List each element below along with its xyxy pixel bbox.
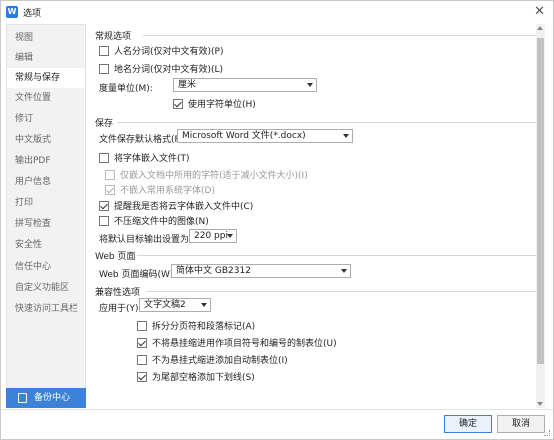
- sidebar-item-print[interactable]: 打印: [7, 193, 85, 213]
- sidebar-item-trust-center[interactable]: 信任中心: [7, 257, 85, 277]
- embed-used-only-label: 仅嵌入文档中所用的字符(适于减小文件大小)(I): [120, 171, 308, 181]
- split-page-breaks-checkbox[interactable]: [137, 320, 147, 331]
- apply-to-label: 应用于(Y):: [99, 304, 142, 314]
- wps-writer-icon: W: [6, 6, 18, 18]
- remind-cloud-fonts-option[interactable]: 提醒我是否将云字体嵌入文件中(C): [99, 199, 253, 212]
- sidebar-item-edit[interactable]: 编辑: [7, 48, 85, 68]
- no-hanging-indent-tabs-option[interactable]: 不将悬挂缩进用作项目符号和编号的制表位(U): [137, 336, 337, 349]
- chevron-down-icon: [343, 134, 349, 138]
- remind-cloud-fonts-checkbox[interactable]: [99, 200, 109, 211]
- section-save-title: 保存: [95, 119, 114, 129]
- embed-used-only-checkbox: [105, 169, 115, 180]
- default-format-value: Microsoft Word 文件(*.docx): [182, 131, 306, 141]
- person-name-label: 人名分词(仅对中文有效)(P): [114, 47, 224, 57]
- char-unit-option[interactable]: 使用字符单位(H): [173, 97, 256, 110]
- section-divider: [137, 255, 537, 256]
- dialog-title: 选项: [23, 9, 42, 19]
- embed-fonts-option[interactable]: 将字体嵌入文件(T): [99, 151, 190, 164]
- section-web-title: Web 页面: [95, 252, 136, 262]
- no-auto-tab-hanging-checkbox[interactable]: [137, 354, 147, 365]
- target-output-value: 220 ppi: [194, 231, 228, 241]
- section-divider: [143, 35, 537, 36]
- no-common-fonts-checkbox: [105, 184, 115, 195]
- embed-fonts-label: 将字体嵌入文件(T): [114, 154, 190, 164]
- title-bar: W 选项 ✕: [1, 1, 553, 23]
- no-common-fonts-option: 不嵌入常用系统字体(D): [105, 183, 215, 196]
- web-encoding-label: Web 页面编码(W):: [99, 270, 177, 280]
- apply-to-value: 文字文稿2: [144, 300, 186, 310]
- person-name-option[interactable]: 人名分词(仅对中文有效)(P): [99, 44, 223, 57]
- place-name-option[interactable]: 地名分词(仅对中文有效)(L): [99, 62, 223, 75]
- split-page-breaks-option[interactable]: 拆分分页符和段落标记(A): [137, 319, 255, 332]
- char-unit-label: 使用字符单位(H): [188, 100, 256, 110]
- options-dialog: W 选项 ✕ 视图 编辑 常规与保存 文件位置 修订 中文版式 输出PDF 用户…: [0, 0, 554, 440]
- no-auto-tab-hanging-option[interactable]: 不为悬挂式缩进添加自动制表位(I): [137, 353, 288, 366]
- underline-trailing-spaces-option[interactable]: 为尾部空格添加下划线(S): [137, 370, 255, 383]
- footer-divider: [1, 409, 553, 410]
- section-general-title: 常规选项: [95, 32, 132, 42]
- section-compat-title: 兼容性选项: [95, 288, 141, 298]
- measure-unit-label: 度量单位(M):: [99, 84, 153, 94]
- close-icon[interactable]: ✕: [534, 4, 545, 19]
- backup-center-label: 备份中心: [34, 393, 71, 403]
- sidebar: 视图 编辑 常规与保存 文件位置 修订 中文版式 输出PDF 用户信息 打印 拼…: [6, 24, 86, 408]
- embed-fonts-checkbox[interactable]: [99, 152, 109, 163]
- chevron-down-icon: [227, 234, 233, 238]
- underline-trailing-spaces-checkbox[interactable]: [137, 371, 147, 382]
- no-hanging-indent-tabs-label: 不将悬挂缩进用作项目符号和编号的制表位(U): [152, 339, 337, 349]
- no-compress-images-option[interactable]: 不压缩文件中的图像(N): [99, 214, 209, 227]
- target-output-select[interactable]: 220 ppi: [189, 229, 237, 243]
- no-common-fonts-label: 不嵌入常用系统字体(D): [120, 186, 215, 196]
- web-encoding-value: 简体中文 GB2312: [176, 266, 251, 276]
- no-auto-tab-hanging-label: 不为悬挂式缩进添加自动制表位(I): [152, 356, 288, 366]
- section-divider: [117, 122, 537, 123]
- sidebar-item-general-save[interactable]: 常规与保存: [7, 68, 85, 88]
- split-page-breaks-label: 拆分分页符和段落标记(A): [152, 322, 256, 332]
- char-unit-checkbox[interactable]: [173, 98, 183, 109]
- sidebar-item-revision[interactable]: 修订: [7, 109, 85, 129]
- vertical-scrollbar[interactable]: [536, 24, 545, 408]
- chevron-down-icon: [341, 269, 347, 273]
- measure-unit-value: 厘米: [178, 80, 197, 90]
- default-format-label: 文件保存默认格式(F):: [99, 135, 187, 145]
- person-name-checkbox[interactable]: [99, 45, 109, 56]
- sidebar-item-output-pdf[interactable]: 输出PDF: [7, 151, 85, 171]
- sidebar-item-security[interactable]: 安全性: [7, 235, 85, 255]
- sidebar-item-quick-access-toolbar[interactable]: 快速访问工具栏: [7, 299, 85, 319]
- scrollbar-thumb[interactable]: [537, 38, 544, 364]
- embed-used-only-option: 仅嵌入文档中所用的字符(适于减小文件大小)(I): [105, 168, 308, 181]
- chevron-down-icon: [201, 303, 207, 307]
- sidebar-item-chinese-layout[interactable]: 中文版式: [7, 130, 85, 150]
- measure-unit-select[interactable]: 厘米: [173, 78, 317, 92]
- web-encoding-select[interactable]: 简体中文 GB2312: [171, 264, 351, 278]
- remind-cloud-fonts-label: 提醒我是否将云字体嵌入文件中(C): [114, 202, 254, 212]
- place-name-checkbox[interactable]: [99, 63, 109, 74]
- section-divider: [147, 291, 537, 292]
- resize-grip-icon[interactable]: [544, 430, 550, 436]
- scroll-up-icon[interactable]: [537, 26, 543, 30]
- cancel-button[interactable]: 取消: [497, 415, 545, 433]
- sidebar-item-customize-ribbon[interactable]: 自定义功能区: [7, 278, 85, 298]
- sidebar-item-file-location[interactable]: 文件位置: [7, 88, 85, 108]
- place-name-label: 地名分词(仅对中文有效)(L): [114, 65, 224, 75]
- no-compress-images-checkbox[interactable]: [99, 215, 109, 226]
- sidebar-item-spell-check[interactable]: 拼写检查: [7, 214, 85, 234]
- backup-center-button[interactable]: 备份中心: [6, 388, 86, 408]
- backup-icon: [18, 393, 27, 403]
- apply-to-select[interactable]: 文字文稿2: [139, 298, 211, 312]
- chevron-down-icon: [307, 83, 313, 87]
- no-hanging-indent-tabs-checkbox[interactable]: [137, 337, 147, 348]
- ok-button[interactable]: 确定: [444, 415, 492, 433]
- sidebar-item-user-info[interactable]: 用户信息: [7, 172, 85, 192]
- default-format-select[interactable]: Microsoft Word 文件(*.docx): [177, 129, 353, 143]
- no-compress-images-label: 不压缩文件中的图像(N): [114, 217, 209, 227]
- scroll-down-icon[interactable]: [537, 402, 543, 406]
- underline-trailing-spaces-label: 为尾部空格添加下划线(S): [152, 373, 255, 383]
- sidebar-item-view[interactable]: 视图: [7, 28, 85, 48]
- settings-panel: 常规选项 人名分词(仅对中文有效)(P) 地名分词(仅对中文有效)(L) 度量单…: [89, 24, 544, 408]
